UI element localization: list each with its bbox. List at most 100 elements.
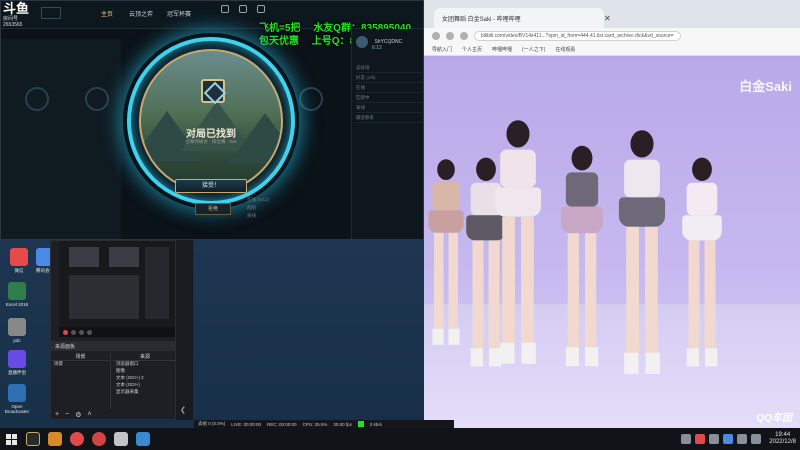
settings-icon[interactable] (87, 329, 92, 335)
volume-icon[interactable] (737, 434, 748, 444)
friends-group[interactable]: 离线 (356, 103, 422, 113)
start-button[interactable] (0, 428, 22, 450)
desktop-icon[interactable]: Excel 2016 (0, 282, 34, 307)
source-item[interactable]: 图像 (113, 368, 177, 375)
desktop-icon[interactable]: Open Broadcaster (0, 384, 34, 414)
match-found-dialog: 对局已找到 召唤师峡谷 · 排位赛 · 5v5 接受！ (123, 33, 299, 209)
browser-tab-strip: 女团舞蹈 白金Saki - 哔哩哔哩 ✕ (424, 0, 800, 28)
gear-icon[interactable]: ⚙ (75, 411, 81, 421)
decline-button[interactable]: 拒绝 (195, 203, 231, 215)
desktop-icon[interactable]: pdc (0, 318, 34, 343)
store-icon[interactable] (221, 5, 229, 13)
desktop-icon-label: Excel 2016 (5, 302, 29, 307)
play-button[interactable] (41, 7, 61, 19)
desktop-icon[interactable]: 直播伴侣 (0, 350, 34, 375)
source-item[interactable]: 文本 (GDI+) (113, 382, 177, 389)
browser-tab[interactable]: 女团舞蹈 白金Saki - 哔哩哔哩 (434, 8, 604, 28)
taskbar-app[interactable] (88, 428, 110, 450)
player-slot (85, 87, 109, 111)
obs-preview[interactable] (59, 241, 175, 329)
douyu-logo: 斗鱼 房间号 2653565 (3, 2, 37, 29)
dancer-figure (618, 130, 666, 374)
tray-icon[interactable] (709, 434, 720, 444)
taskbar: 19:44 2022/12/8 (0, 428, 800, 450)
bookmark-item[interactable]: 导航入门 (432, 46, 452, 53)
source-item[interactable]: 浏览器窗口 (113, 361, 177, 368)
tray-icon[interactable] (681, 434, 692, 444)
excel-icon (8, 282, 26, 300)
game-client-window: 斗鱼 房间号 2653565 主页 云顶之弈 冠军杯赛 飞机=5把 水友Q群：8… (0, 0, 424, 240)
live-companion-icon (8, 350, 26, 368)
source-item[interactable]: 显示器采集 (113, 389, 177, 396)
friends-group[interactable]: 竞技场 (356, 63, 422, 73)
stop-icon[interactable] (79, 329, 84, 335)
move-up-icon[interactable]: ˄ (87, 411, 91, 421)
garena-icon (48, 432, 62, 446)
chat-group[interactable]: 群组 (247, 205, 347, 213)
obs-panel-tab[interactable]: 来源面板 (51, 341, 177, 351)
friends-list: 竞技场 好友 (1/5) 在线 匹配中 离线 最近联系 (356, 63, 422, 123)
taskbar-app[interactable] (66, 428, 88, 450)
nav-tab-tft[interactable]: 云顶之弈 (129, 9, 153, 18)
record-icon[interactable] (63, 329, 68, 335)
taskbar-app[interactable] (110, 428, 132, 450)
promo-contact-label: 上号Q： (311, 36, 350, 47)
forward-icon[interactable] (446, 32, 454, 40)
desktop-icon-label: 直播伴侣 (8, 370, 26, 375)
tray-icon[interactable] (695, 434, 706, 444)
bookmark-item[interactable]: 个人主页 (462, 46, 482, 53)
tray-icon[interactable] (723, 434, 734, 444)
live-timer: LIVE: 00:00:00 (231, 421, 262, 427)
nav-tab-home[interactable]: 主页 (101, 9, 113, 18)
browser-window: 女团舞蹈 白金Saki - 哔哩哔哩 ✕ bilibili.com/video/… (424, 0, 800, 428)
obs-app-icon (8, 384, 26, 402)
bookmark-item[interactable]: 哔哩哔哩 (492, 46, 512, 53)
video-watermark: 白金Saki (739, 79, 792, 94)
bookmarks-bar: 导航入门 个人主页 哔哩哔哩 (一人之下) 在线观看 (424, 44, 800, 56)
chat-group[interactable]: 离线 (247, 213, 347, 221)
chat-groups: 在线 (0/12) 群组 离线 (247, 197, 347, 221)
back-icon[interactable] (432, 32, 440, 40)
friends-group[interactable]: 最近联系 (356, 113, 422, 123)
dancer-figure (561, 145, 603, 367)
pause-icon[interactable] (71, 329, 76, 335)
refresh-icon[interactable] (460, 32, 468, 40)
friends-group[interactable]: 好友 (1/5) (356, 73, 422, 83)
desktop-icon-label: pdc (13, 338, 21, 343)
scene-item[interactable]: 场景 (51, 361, 110, 368)
chat-group[interactable]: 在线 (0/12) (247, 197, 347, 205)
taskbar-app[interactable] (44, 428, 66, 450)
remove-icon[interactable]: − (65, 411, 69, 421)
network-icon[interactable] (751, 434, 762, 444)
url-input[interactable]: bilibili.com/video/BV14x411...?spm_id_fr… (474, 31, 681, 41)
player-slot (299, 87, 323, 111)
match-found-artwork (139, 49, 283, 193)
friends-group[interactable]: 匹配中 (356, 93, 422, 103)
add-icon[interactable]: + (55, 411, 59, 421)
taskbar-app[interactable] (22, 428, 44, 450)
file-icon (8, 318, 26, 336)
friends-group[interactable]: 在线 (356, 83, 422, 93)
chrome-icon (92, 432, 106, 446)
source-item[interactable]: 文本 (GDI+) 2 (113, 375, 177, 382)
accept-button[interactable]: 接受！ (175, 179, 247, 193)
browser-tab-title: 女团舞蹈 白金Saki - 哔哩哔哩 (442, 17, 521, 23)
system-clock[interactable]: 19:44 2022/12/8 (769, 432, 796, 446)
dancer-figure (428, 159, 464, 345)
taskbar-app[interactable] (132, 428, 154, 450)
bookmark-item[interactable]: 在线观看 (555, 46, 575, 53)
promo-offer: 包天优惠 (259, 36, 299, 47)
video-player[interactable]: 白金Saki QQ车团 (424, 56, 800, 428)
close-tab-icon[interactable]: ✕ (604, 14, 611, 23)
nav-tab-cup[interactable]: 冠军杯赛 (167, 9, 191, 18)
bookmark-item[interactable]: (一人之下) (522, 46, 545, 53)
address-bar-row: bilibili.com/video/BV14x411...?spm_id_fr… (424, 28, 800, 44)
collapse-icon[interactable]: ❮ (180, 406, 186, 414)
brand-watermark: QQ车团 (756, 413, 792, 424)
collection-icon[interactable] (239, 5, 247, 13)
health-indicator (357, 421, 364, 427)
obs-side-dock: ❮ (176, 240, 194, 420)
clock-time: 19:44 (775, 432, 791, 438)
loot-icon[interactable] (257, 5, 265, 13)
profile-header[interactable]: ShYCQDNC (356, 33, 422, 49)
